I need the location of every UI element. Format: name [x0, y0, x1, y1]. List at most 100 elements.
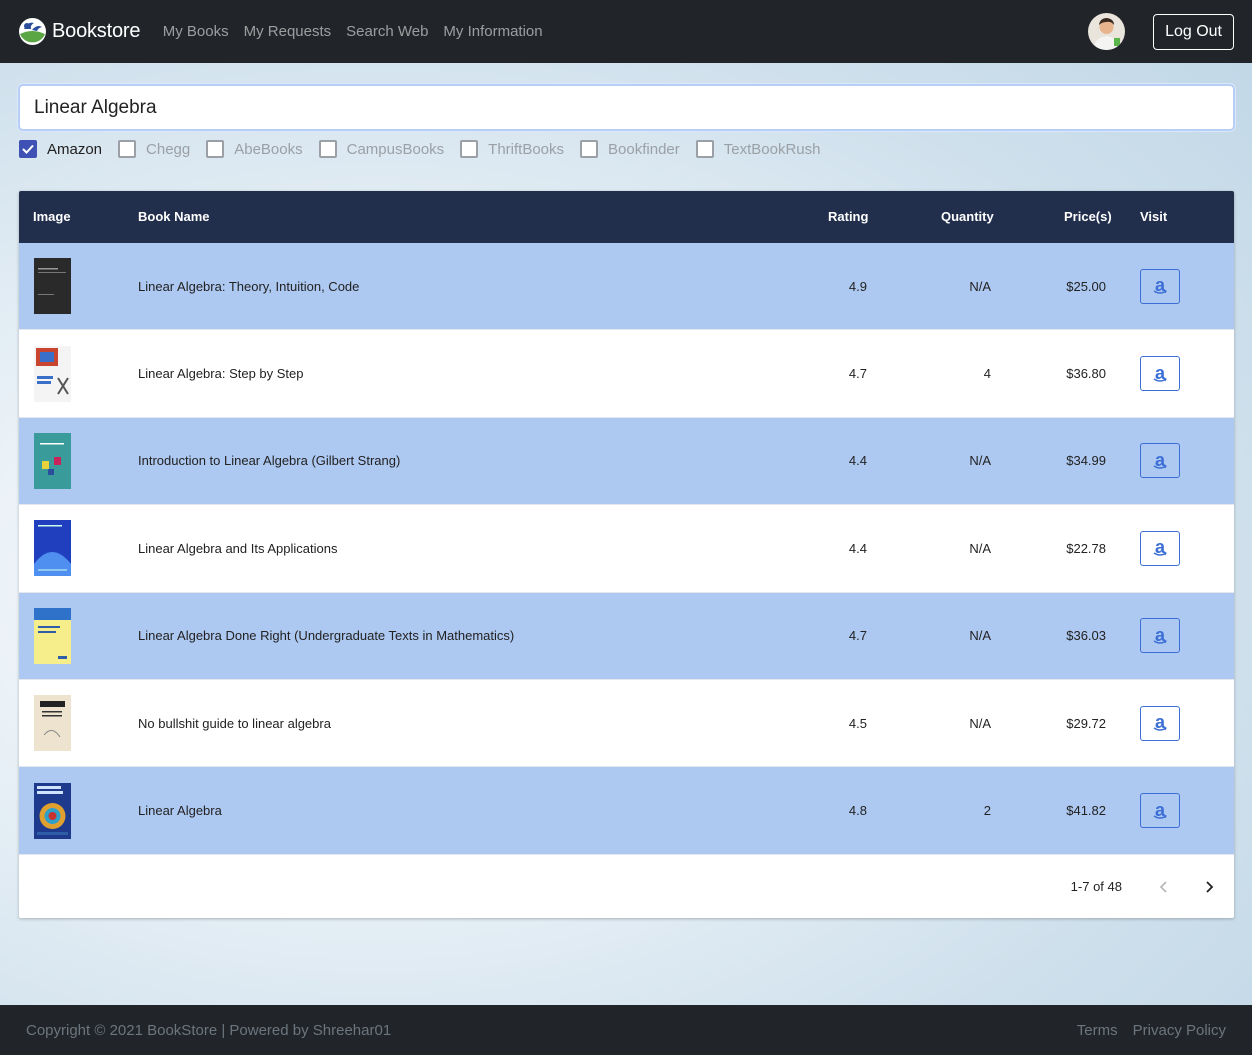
visit-amazon-button[interactable]: a: [1140, 268, 1180, 304]
book-price: $25.00: [1066, 278, 1106, 294]
avatar-photo-icon: [1088, 13, 1126, 50]
book-rating: 4.7: [848, 366, 867, 382]
header-image: Image: [33, 209, 71, 224]
checkbox-unchecked[interactable]: [318, 140, 337, 158]
results-table: Image Book Name Rating Quantity Price(s)…: [19, 191, 1234, 918]
header-book-name: Book Name: [138, 209, 210, 224]
user-avatar[interactable]: [1088, 13, 1126, 50]
nav-links: My Books My Requests Search Web My Infor…: [155, 23, 550, 40]
chevron-left-icon: [1159, 880, 1167, 893]
book-rating: 4.7: [848, 628, 867, 644]
book-name: Linear Algebra: Step by Step: [138, 366, 304, 382]
book-rating: 4.9: [848, 278, 867, 294]
filter-thriftbooks[interactable]: ThriftBooks: [460, 140, 564, 158]
checkbox-checked[interactable]: [19, 140, 37, 158]
book-cover-image: [34, 782, 71, 839]
book-quantity: 4: [983, 366, 991, 382]
filter-chegg[interactable]: Chegg: [118, 140, 190, 158]
amazon-icon: a: [1153, 624, 1167, 645]
filter-bookfinder[interactable]: Bookfinder: [580, 140, 680, 158]
filter-label: TextBookRush: [723, 140, 821, 158]
visit-amazon-button[interactable]: a: [1140, 705, 1180, 741]
nav-my-books[interactable]: My Books: [155, 23, 236, 40]
brand[interactable]: Bookstore: [18, 17, 140, 46]
nav-my-requests[interactable]: My Requests: [236, 23, 339, 40]
nav-right: Log Out: [1088, 13, 1234, 50]
filter-label: AbeBooks: [234, 140, 303, 158]
book-rating: 4.4: [848, 540, 867, 556]
visit-cell: a: [1140, 330, 1180, 416]
pagination: 1-7 of 48: [19, 855, 1234, 918]
checkbox-unchecked[interactable]: [460, 140, 479, 158]
book-price: $41.82: [1066, 803, 1106, 819]
amazon-icon: a: [1153, 449, 1167, 470]
amazon-icon: a: [1153, 275, 1167, 296]
table-row: Linear Algebra: Step by Step 4.7 4 $36.80 a: [19, 330, 1234, 418]
visit-amazon-button[interactable]: a: [1140, 356, 1180, 392]
checkmark-icon: [22, 144, 34, 154]
visit-cell: a: [1140, 243, 1180, 329]
filter-campusbooks[interactable]: CampusBooks: [318, 140, 445, 158]
nav-my-information[interactable]: My Information: [436, 23, 550, 40]
amazon-icon: a: [1153, 362, 1167, 383]
book-price: $22.78: [1066, 540, 1106, 556]
header-price: Price(s): [1064, 209, 1112, 224]
logout-button[interactable]: Log Out: [1153, 13, 1234, 50]
amazon-icon: a: [1153, 712, 1167, 733]
copyright-text: Copyright © 2021 BookStore | Powered by …: [26, 1021, 392, 1039]
filter-label: CampusBooks: [346, 140, 445, 158]
visit-cell: a: [1140, 767, 1180, 853]
footer: Copyright © 2021 BookStore | Powered by …: [0, 1005, 1252, 1055]
visit-amazon-button[interactable]: a: [1140, 618, 1180, 654]
book-name: Linear Algebra: [138, 803, 222, 819]
book-cover: [34, 243, 71, 329]
terms-link[interactable]: Terms: [1077, 1022, 1118, 1039]
next-page-button[interactable]: [1197, 875, 1221, 899]
book-cover: [34, 767, 71, 853]
checkbox-unchecked[interactable]: [695, 140, 714, 158]
table-header: Image Book Name Rating Quantity Price(s)…: [19, 191, 1234, 243]
visit-amazon-button[interactable]: a: [1140, 530, 1180, 566]
book-cover-image: [34, 258, 71, 315]
checkbox-unchecked[interactable]: [118, 140, 137, 158]
visit-amazon-button[interactable]: a: [1140, 443, 1180, 479]
book-quantity: N/A: [969, 628, 991, 644]
table-row: Linear Algebra: Theory, Intuition, Code 4…: [19, 243, 1234, 331]
prev-page-button[interactable]: [1152, 875, 1176, 899]
table-row: Linear Algebra and Its Applications 4.4 N/…: [19, 505, 1234, 593]
book-name: No bullshit guide to linear algebra: [138, 715, 331, 731]
book-cover: [34, 505, 71, 591]
privacy-policy-link[interactable]: Privacy Policy: [1133, 1022, 1226, 1039]
table-row: Linear Algebra 4.8 2 $41.82 a: [19, 767, 1234, 855]
visit-amazon-button[interactable]: a: [1140, 793, 1180, 829]
book-cover-image: [34, 345, 71, 402]
book-quantity: N/A: [969, 715, 991, 731]
book-cover-image: [34, 520, 71, 577]
book-price: $36.03: [1066, 628, 1106, 644]
table-row: No bullshit guide to linear algebra 4.5 N/…: [19, 679, 1234, 768]
filter-textbookrush[interactable]: TextBookRush: [695, 140, 821, 158]
checkbox-unchecked[interactable]: [580, 140, 599, 158]
footer-links: Terms Privacy Policy: [1062, 1022, 1226, 1039]
book-name: Introduction to Linear Algebra (Gilbert …: [138, 453, 401, 469]
book-cover: [34, 680, 71, 766]
pagination-count: 1-7 of 48: [1070, 879, 1122, 894]
search-input[interactable]: [20, 86, 1233, 129]
book-quantity: N/A: [969, 278, 991, 294]
filter-label: Amazon: [47, 140, 103, 158]
filter-abebooks[interactable]: AbeBooks: [206, 140, 303, 158]
book-price: $36.80: [1066, 366, 1106, 382]
search-box: [18, 84, 1235, 131]
book-rating: 4.4: [848, 453, 867, 469]
nav-search-web[interactable]: Search Web: [339, 23, 436, 40]
visit-cell: a: [1140, 505, 1180, 591]
filter-amazon[interactable]: Amazon: [19, 140, 102, 158]
book-cover-image: [34, 695, 71, 752]
visit-cell: a: [1140, 593, 1180, 679]
checkbox-unchecked[interactable]: [206, 140, 225, 158]
filter-label: Bookfinder: [608, 140, 680, 158]
book-cover: [34, 330, 71, 416]
table-row: Linear Algebra Done Right (Undergraduate…: [19, 592, 1234, 680]
book-cover-image: [34, 607, 71, 664]
book-price: $29.72: [1066, 715, 1106, 731]
